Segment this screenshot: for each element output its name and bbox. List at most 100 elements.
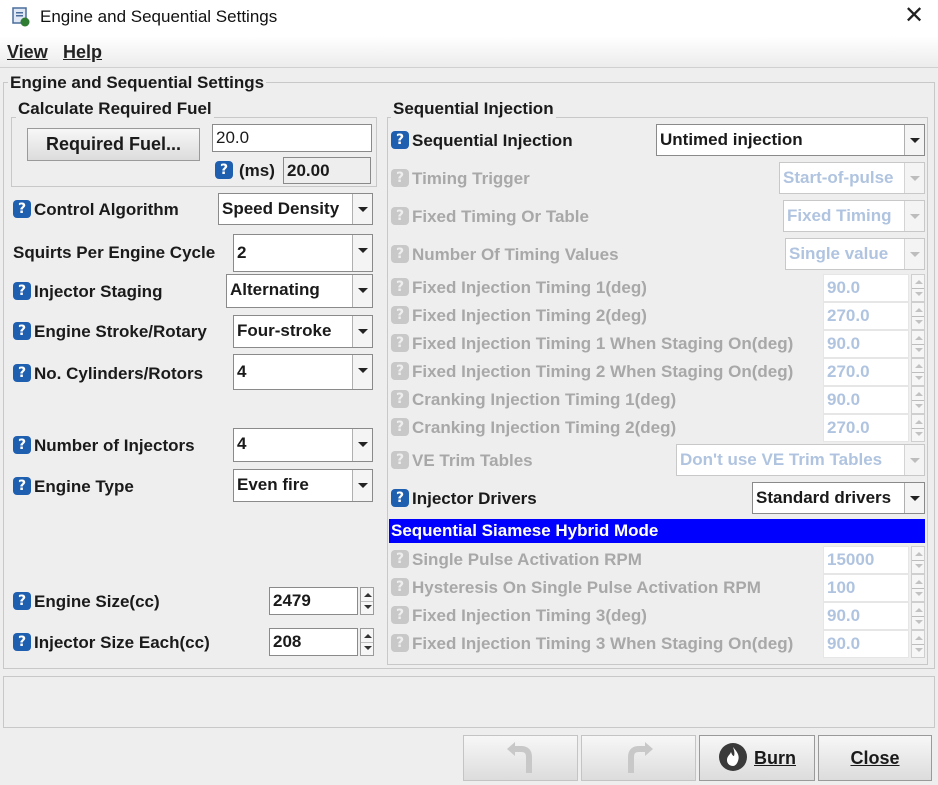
sequential-injection-select[interactable]: Untimed injection (656, 124, 925, 156)
ve-trim-select: Don't use VE Trim Tables (676, 444, 925, 476)
status-area (3, 676, 935, 728)
help-icon: ? (391, 245, 409, 263)
close-button[interactable]: Close (818, 735, 932, 781)
help-icon: ? (391, 634, 409, 652)
burn-button[interactable]: Burn (699, 735, 815, 781)
help-icon[interactable]: ? (13, 322, 31, 340)
chevron-down-icon (352, 355, 372, 389)
timing-trigger-select: Start-of-pulse (779, 162, 925, 194)
help-icon: ? (391, 578, 409, 596)
menu-help[interactable]: Help (63, 42, 102, 63)
engine-size-label: Engine Size(cc) (34, 592, 160, 611)
help-icon[interactable]: ? (391, 489, 409, 507)
chevron-down-icon (904, 483, 924, 513)
chevron-down-icon (904, 201, 924, 231)
cranking-timing-2-label: Cranking Injection Timing 2(deg) (412, 418, 677, 437)
fixed-timing-1-staging-label: Fixed Injection Timing 1 When Staging On… (412, 334, 794, 353)
sequential-injection-title: Sequential Injection (391, 99, 556, 119)
window-title: Engine and Sequential Settings (40, 7, 278, 26)
cranking-timing-1-label: Cranking Injection Timing 1(deg) (412, 390, 677, 409)
injector-staging-select[interactable]: Alternating (226, 274, 373, 308)
single-pulse-label: Single Pulse Activation RPM (412, 550, 642, 569)
injector-staging-label: Injector Staging (34, 282, 163, 301)
redo-icon (627, 742, 653, 773)
engine-size-spinner[interactable] (360, 587, 374, 615)
undo-icon (506, 742, 532, 773)
menu-bar (0, 36, 938, 68)
fixed-timing-2-staging-spinner (911, 358, 925, 386)
calc-fuel-title: Calculate Required Fuel (16, 99, 214, 119)
chevron-down-icon (352, 275, 372, 307)
timing-trigger-label: Timing Trigger (412, 169, 530, 188)
help-icon: ? (391, 606, 409, 624)
injector-drivers-select[interactable]: Standard drivers (752, 482, 925, 514)
fixed-timing-1-staging-input: 90.0 (823, 330, 909, 358)
help-icon: ? (391, 334, 409, 352)
fixed-timing-3-spinner (911, 602, 925, 630)
number-timing-values-select: Single value (785, 238, 925, 270)
chevron-down-icon (904, 163, 924, 193)
hysteresis-label: Hysteresis On Single Pulse Activation RP… (412, 578, 761, 597)
help-icon: ? (391, 207, 409, 225)
help-icon: ? (391, 390, 409, 408)
engine-type-select[interactable]: Even fire (233, 469, 373, 502)
fixed-timing-1-spinner (911, 274, 925, 302)
hybrid-mode-header: Sequential Siamese Hybrid Mode (389, 519, 925, 543)
fixed-timing-3-input: 90.0 (823, 602, 909, 630)
fixed-timing-2-staging-input: 270.0 (823, 358, 909, 386)
single-pulse-spinner (911, 546, 925, 574)
fixed-timing-1-label: Fixed Injection Timing 1(deg) (412, 278, 647, 297)
engine-type-label: Engine Type (34, 477, 134, 496)
injectors-select[interactable]: 4 (233, 428, 373, 462)
chevron-down-icon (904, 125, 924, 155)
squirts-select[interactable]: 2 (233, 234, 373, 272)
fixed-timing-1-input: 90.0 (823, 274, 909, 302)
chevron-down-icon (352, 194, 372, 224)
fixed-timing-3-staging-input: 90.0 (823, 630, 909, 658)
chevron-down-icon (352, 235, 372, 271)
help-icon[interactable]: ? (13, 633, 31, 651)
close-window-icon[interactable]: ✕ (900, 2, 928, 30)
fixed-timing-3-staging-spinner (911, 630, 925, 658)
fixed-timing-2-input: 270.0 (823, 302, 909, 330)
number-timing-values-label: Number Of Timing Values (412, 245, 619, 264)
injector-size-input[interactable]: 208 (269, 628, 358, 656)
required-fuel-button[interactable]: Required Fuel... (27, 128, 200, 161)
help-icon[interactable]: ? (13, 477, 31, 495)
hysteresis-spinner (911, 574, 925, 602)
sequential-injection-label: Sequential Injection (412, 131, 573, 150)
ms-label: (ms) (239, 161, 275, 180)
required-fuel-input[interactable]: 20.0 (212, 124, 372, 152)
cranking-timing-2-input: 270.0 (823, 414, 909, 442)
help-icon[interactable]: ? (13, 282, 31, 300)
help-icon: ? (391, 418, 409, 436)
fixed-timing-3-label: Fixed Injection Timing 3(deg) (412, 606, 647, 625)
help-icon[interactable]: ? (13, 200, 31, 218)
help-icon[interactable]: ? (13, 592, 31, 610)
fixed-timing-3-staging-label: Fixed Injection Timing 3 When Staging On… (412, 634, 794, 653)
cylinders-select[interactable]: 4 (233, 354, 373, 390)
engine-size-input[interactable]: 2479 (269, 587, 358, 615)
redo-button[interactable] (581, 735, 696, 781)
chevron-down-icon (352, 316, 372, 347)
chevron-down-icon (352, 429, 372, 461)
control-algorithm-select[interactable]: Speed Density (218, 193, 373, 225)
panel-title: Engine and Sequential Settings (8, 73, 267, 93)
help-icon[interactable]: ? (391, 131, 409, 149)
injectors-label: Number of Injectors (34, 436, 195, 455)
injector-size-spinner[interactable] (360, 628, 374, 656)
menu-view[interactable]: View (7, 42, 48, 63)
help-icon[interactable]: ? (13, 364, 31, 382)
engine-stroke-select[interactable]: Four-stroke (233, 315, 373, 348)
help-icon[interactable]: ? (13, 436, 31, 454)
undo-button[interactable] (463, 735, 578, 781)
fixed-timing-2-staging-label: Fixed Injection Timing 2 When Staging On… (412, 362, 794, 381)
help-icon[interactable]: ? (215, 161, 233, 179)
help-icon: ? (391, 451, 409, 469)
injector-size-label: Injector Size Each(cc) (34, 633, 210, 652)
fixed-timing-select: Fixed Timing (783, 200, 925, 232)
app-icon (12, 7, 30, 27)
cranking-timing-2-spinner (911, 414, 925, 442)
fixed-timing-1-staging-spinner (911, 330, 925, 358)
fixed-timing-label: Fixed Timing Or Table (412, 207, 589, 226)
